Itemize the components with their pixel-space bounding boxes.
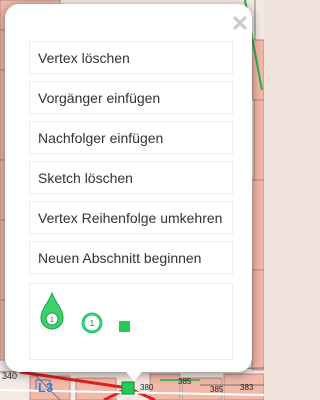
circle-label: 1 xyxy=(90,319,95,328)
selected-vertex-marker[interactable] xyxy=(121,381,135,395)
symbol-legend: 1 1 xyxy=(29,283,233,360)
vertex-square-icon xyxy=(119,321,130,332)
insert-predecessor-button[interactable]: Vorgänger einfügen xyxy=(29,81,233,114)
delete-vertex-button[interactable]: Vertex löschen xyxy=(29,41,233,74)
vertex-pin-icon: 1 xyxy=(40,291,64,330)
vertex-circle-icon: 1 xyxy=(81,312,103,334)
map-label: 380 xyxy=(140,383,154,392)
start-new-segment-button[interactable]: Neuen Abschnitt beginnen xyxy=(29,241,233,274)
map-label: 385 xyxy=(210,385,224,394)
vertex-context-popup: ✕ Vertex löschen Vorgänger einfügen Nach… xyxy=(5,4,252,372)
map-label: 383 xyxy=(240,383,254,392)
map-label: 385 xyxy=(178,377,192,386)
map-label: L3 xyxy=(38,380,53,395)
insert-successor-button[interactable]: Nachfolger einfügen xyxy=(29,121,233,154)
delete-sketch-button[interactable]: Sketch löschen xyxy=(29,161,233,194)
map-label: 340 xyxy=(2,371,17,381)
reverse-vertex-order-button[interactable]: Vertex Reihenfolge umkehren xyxy=(29,201,233,234)
pin-label: 1 xyxy=(50,317,54,324)
popup-pointer xyxy=(126,372,142,381)
close-icon[interactable]: ✕ xyxy=(228,12,252,36)
